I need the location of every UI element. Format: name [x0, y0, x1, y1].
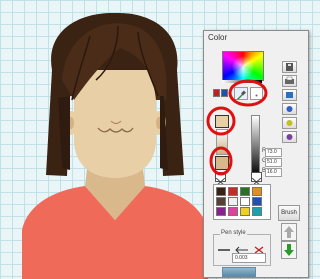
color-palette-grid — [213, 184, 271, 220]
annotation-circle-eyedropper — [228, 79, 268, 107]
save-icon — [286, 63, 293, 71]
color-panel: Color R 73.0 G 51.0 B 16.0 — [203, 30, 309, 278]
palette-swatch[interactable] — [216, 187, 226, 196]
palette-swatch[interactable] — [228, 187, 238, 196]
texture-icon — [286, 134, 293, 140]
g-value-field[interactable]: 51.0 — [265, 158, 282, 167]
arrow-up-icon — [284, 226, 294, 238]
pen-arrow-button[interactable] — [235, 241, 249, 254]
b-value-field[interactable]: 16.0 — [265, 168, 282, 177]
arrow-down-icon — [284, 244, 294, 256]
save-color-button[interactable] — [282, 61, 297, 73]
current-color-small[interactable] — [213, 89, 220, 97]
palette-swatch[interactable] — [216, 197, 226, 206]
palette-swatch[interactable] — [228, 207, 238, 216]
color-mode-button[interactable] — [282, 89, 297, 101]
brush-button[interactable]: Brush — [278, 205, 300, 221]
pattern-icon — [286, 120, 293, 126]
print-icon — [285, 76, 294, 84]
arrow-down-button[interactable] — [281, 241, 297, 259]
pen-width-field[interactable]: 0.003 — [232, 253, 266, 263]
pattern-button[interactable] — [282, 117, 297, 129]
pen-style-label: Pen style — [220, 230, 247, 236]
r-value-field[interactable]: 73.0 — [265, 148, 282, 157]
palette-swatch[interactable] — [216, 207, 226, 216]
arrow-up-button[interactable] — [281, 223, 297, 241]
pen-line-button[interactable] — [217, 241, 231, 251]
texture-button[interactable] — [282, 131, 297, 143]
palette-swatch[interactable] — [240, 207, 250, 216]
palette-swatch[interactable] — [240, 187, 250, 196]
pen-none-button[interactable] — [253, 241, 265, 254]
palette-swatch[interactable] — [252, 197, 262, 206]
annotation-circle-fill — [206, 106, 236, 136]
palette-swatch[interactable] — [228, 197, 238, 206]
palette-swatch[interactable] — [240, 197, 250, 206]
pen-style-group: Pen style 0.003 — [213, 230, 271, 266]
print-button[interactable] — [282, 75, 297, 87]
palette-icon — [286, 92, 293, 98]
panel-title: Color — [208, 33, 228, 42]
no-color-box-right[interactable] — [251, 172, 262, 187]
palette-swatch[interactable] — [252, 187, 262, 196]
app-logo — [222, 267, 256, 277]
annotation-circle-line — [209, 146, 233, 176]
brightness-slider[interactable] — [251, 115, 260, 177]
palette-swatch[interactable] — [252, 207, 262, 216]
gradient-button[interactable] — [282, 103, 297, 115]
pen-line-icon — [218, 249, 230, 251]
gradient-icon — [286, 106, 293, 112]
